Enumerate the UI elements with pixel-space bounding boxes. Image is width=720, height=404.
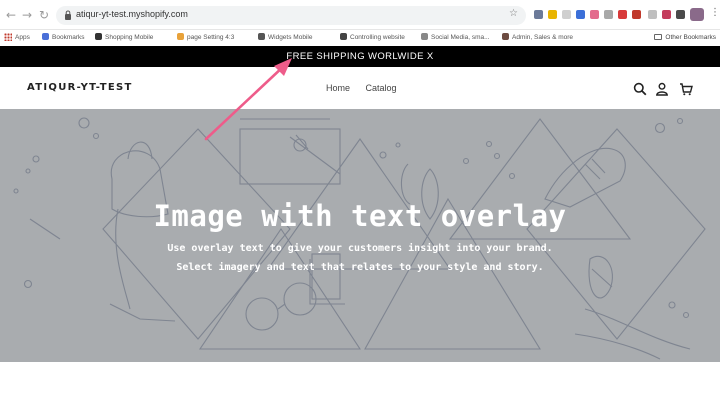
extension-icon[interactable] [576,10,585,19]
bookmarks-bar: Apps Bookmarks Shopping Mobile page Sett… [0,30,720,46]
bookmark-item[interactable]: Shopping Mobile [95,32,153,44]
bookmark-item[interactable]: Bookmarks [42,32,85,44]
extension-icon[interactable] [676,10,685,19]
extension-icon[interactable] [534,10,543,19]
lock-icon [65,10,71,20]
main-nav: Home Catalog [326,83,410,93]
page-content [0,362,720,404]
bookmark-item[interactable]: Controlling website [340,32,405,44]
bookmark-item[interactable]: Admin, Sales & more [502,32,573,44]
store-logo[interactable]: ATIQUR-YT-TEST [27,82,133,93]
announcement-text: FREE SHIPPING WORLWIDE X [286,51,434,62]
forward-icon[interactable]: → [20,8,34,22]
browser-toolbar: ← → ↻ atiqur-yt-test.myshopify.com ☆ ⋮ [0,0,720,30]
extension-icon[interactable] [662,10,671,19]
hero-title: Image with text overlay [153,199,567,233]
folder-icon [654,34,663,40]
hero-illustration [13,117,706,360]
nav-home[interactable]: Home [326,83,350,93]
bookmark-item[interactable]: Apps [15,32,30,44]
hero-subtitle: Select imagery and text that relates to … [176,262,544,273]
extension-icon[interactable] [618,10,627,19]
apps-icon[interactable] [4,33,12,41]
extension-icon[interactable] [590,10,599,19]
other-bookmarks[interactable]: Other Bookmarks [654,32,716,44]
url-text: atiqur-yt-test.myshopify.com [76,9,188,19]
cart-icon[interactable] [679,82,693,96]
bookmark-star-icon[interactable]: ☆ [509,8,518,19]
bookmark-item[interactable]: Widgets Mobile [258,32,312,44]
site-header: ATIQUR-YT-TEST Home Catalog [0,67,720,109]
extension-icon[interactable] [604,10,613,19]
extension-icon[interactable] [548,10,557,19]
nav-catalog[interactable]: Catalog [366,83,397,93]
browser-menu-icon[interactable]: ⋮ [710,7,720,18]
extension-icon[interactable] [562,10,571,19]
account-icon[interactable] [655,82,669,96]
extension-icon[interactable] [632,10,641,19]
extension-icon[interactable] [648,10,657,19]
announcement-bar[interactable]: FREE SHIPPING WORLWIDE X [0,46,720,67]
bookmark-item[interactable]: page Setting 4:3 [177,32,234,44]
address-bar[interactable]: atiqur-yt-test.myshopify.com ☆ [56,6,526,25]
profile-avatar[interactable] [690,8,704,21]
search-icon[interactable] [633,82,647,96]
hero-banner: Image with text overlay Use overlay text… [0,109,720,362]
reload-icon[interactable]: ↻ [37,8,51,22]
bookmark-item[interactable]: Social Media, sma... [421,32,490,44]
back-icon[interactable]: ← [4,8,18,22]
hero-subtitle: Use overlay text to give your customers … [167,243,553,254]
